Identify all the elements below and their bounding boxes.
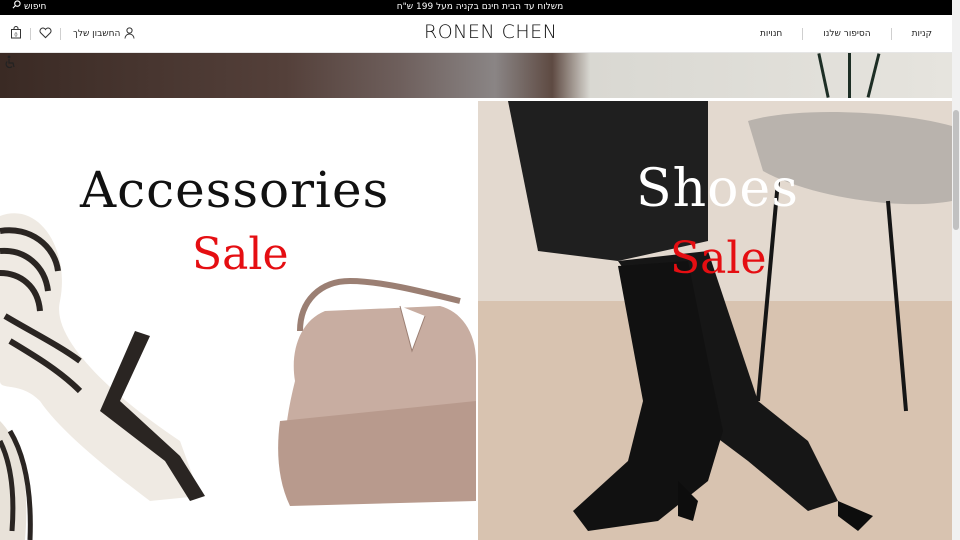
accessories-sale-label: Sale (192, 229, 289, 280)
accessibility-button[interactable] (4, 54, 16, 69)
cart-bag-icon: 0 (10, 26, 22, 42)
hero-banner-image[interactable] (0, 53, 952, 98)
heart-icon (39, 27, 52, 42)
shoes-sale-banner[interactable]: Shoes Sale (478, 101, 952, 540)
brand-logo[interactable]: RONEN CHEN (424, 21, 557, 43)
main-nav: קניות הסיפור שלנו חנויות (740, 15, 940, 53)
divider (802, 28, 804, 40)
nav-item-our-story[interactable]: הסיפור שלנו (803, 29, 890, 39)
user-icon (124, 26, 135, 42)
nav-item-shop[interactable]: קניות (892, 29, 940, 39)
page-scrollbar[interactable] (952, 0, 960, 540)
account-label: החשבון שלך (73, 29, 121, 39)
shoes-title: Shoes (636, 159, 799, 219)
cart-button[interactable]: 0 (10, 26, 22, 42)
shoes-sale-label: Sale (670, 233, 767, 284)
nav-item-stores[interactable]: חנויות (740, 29, 802, 39)
accessibility-icon (4, 54, 16, 73)
accessories-sale-banner[interactable]: Accessories Sale (0, 101, 476, 540)
divider (60, 28, 61, 40)
accessories-title: Accessories (80, 161, 390, 219)
plant-stem (848, 53, 851, 98)
search-button[interactable]: חיפוש (12, 0, 46, 15)
search-label: חיפוש (24, 2, 47, 12)
plant-stem (817, 53, 830, 98)
site-header: 0 החשבון שלך RONEN CHEN קניות הסיפור שלנ… (0, 15, 952, 53)
plant-stem (866, 53, 881, 98)
divider (30, 28, 31, 40)
announcement-bar: משלוח עד הבית חינם בקניה מעל 199 ש"ח חיפ… (0, 0, 960, 15)
search-icon (12, 0, 21, 15)
wishlist-button[interactable] (39, 27, 52, 42)
svg-text:0: 0 (14, 33, 17, 39)
account-link[interactable]: החשבון שלך (73, 26, 135, 42)
header-tools: 0 החשבון שלך (10, 15, 135, 53)
scrollbar-thumb[interactable] (953, 110, 959, 230)
free-shipping-text: משלוח עד הבית חינם בקניה מעל 199 ש"ח (396, 2, 564, 12)
divider (890, 28, 892, 40)
